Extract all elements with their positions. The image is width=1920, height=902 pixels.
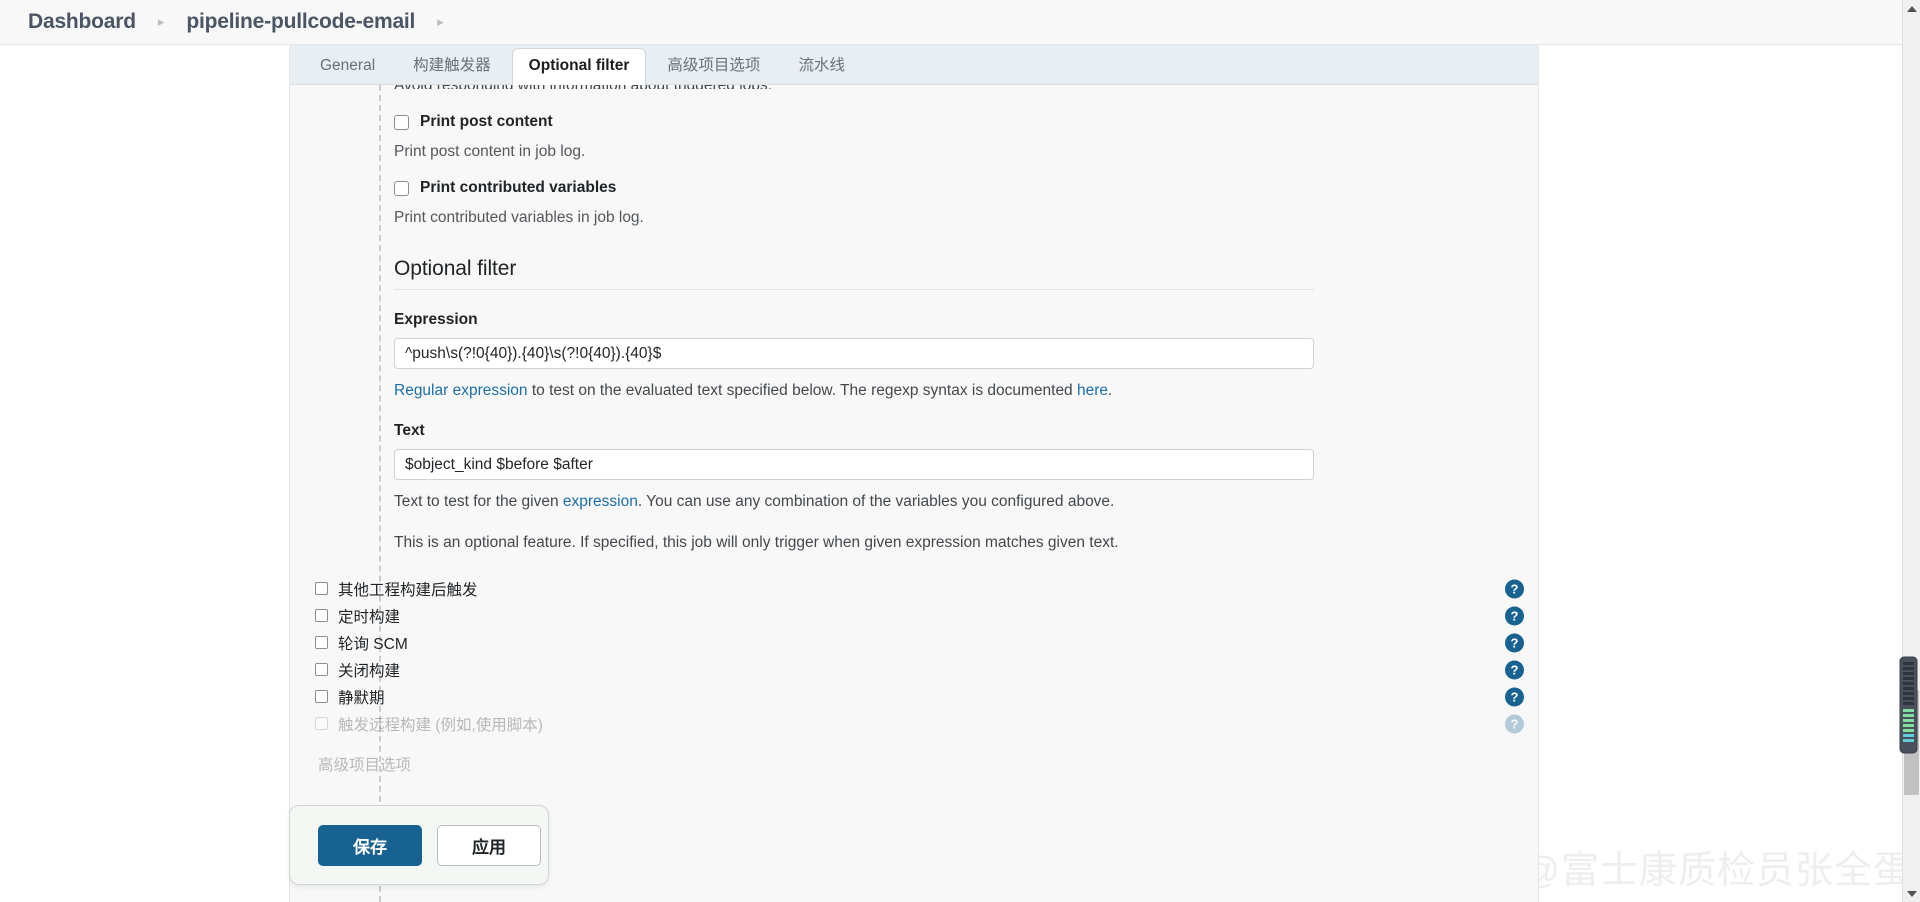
help-icon[interactable]: ? <box>1505 687 1524 706</box>
checkbox-row-print-contributed-variables[interactable]: Print contributed variables <box>394 179 1524 197</box>
regular-expression-link[interactable]: Regular expression <box>394 382 528 399</box>
expression-help-text: Regular expression to test on the evalua… <box>394 381 1524 401</box>
optional-feature-footnote: This is an optional feature. If specifie… <box>394 534 1119 551</box>
print-post-content-label[interactable]: Print post content <box>420 113 553 131</box>
text-help-suffix: . You can use any combination of the var… <box>637 493 1115 510</box>
trigger-remote-build-label[interactable]: 触发远程构建 (例如,使用脚本) <box>338 713 543 735</box>
tab-advanced-project-options[interactable]: 高级项目选项 <box>650 48 777 85</box>
trigger-quiet-period-checkbox[interactable] <box>315 690 328 703</box>
trigger-poll-scm-checkbox[interactable] <box>315 636 328 649</box>
tab-pipeline[interactable]: 流水线 <box>781 48 862 85</box>
trigger-poll-scm-label[interactable]: 轮询 SCM <box>338 632 408 654</box>
section-divider-rule <box>394 289 1314 290</box>
help-icon[interactable]: ? <box>1505 579 1524 598</box>
print-contributed-variables-description: Print contributed variables in job log. <box>394 209 644 226</box>
trigger-quiet-period-label[interactable]: 静默期 <box>338 686 385 708</box>
help-icon[interactable]: ? <box>1505 606 1524 625</box>
help-icon[interactable]: ? <box>1505 633 1524 652</box>
trigger-other-projects-label[interactable]: 其他工程构建后触发 <box>338 578 478 600</box>
trigger-disable-build-checkbox[interactable] <box>315 663 328 676</box>
save-button[interactable]: 保存 <box>318 824 422 866</box>
checkbox-row-print-post-content[interactable]: Print post content <box>394 113 1524 131</box>
text-help-prefix: Text to test for the given <box>394 493 563 510</box>
trigger-row-quiet-period[interactable]: 静默期 ? <box>315 683 1524 710</box>
section-title-optional-filter: Optional filter <box>394 257 517 280</box>
trigger-row-poll-scm[interactable]: 轮询 SCM ? <box>315 629 1524 656</box>
trigger-checkbox-list: 其他工程构建后触发 ? 定时构建 ? 轮询 SCM ? 关闭构建 ? 静默期 ?… <box>315 575 1524 775</box>
scroll-down-arrow-icon[interactable] <box>1903 885 1920 902</box>
trigger-disable-build-label[interactable]: 关闭构建 <box>338 659 400 681</box>
trigger-row-disable-build[interactable]: 关闭构建 ? <box>315 656 1524 683</box>
app-root: Dashboard ▸ pipeline-pullcode-email ▸ Ge… <box>0 0 1920 902</box>
breadcrumb: Dashboard ▸ pipeline-pullcode-email ▸ <box>0 0 1920 45</box>
apply-button[interactable]: 应用 <box>437 824 541 866</box>
trigger-scheduled-build-label[interactable]: 定时构建 <box>338 605 400 627</box>
tab-optional-filter[interactable]: Optional filter <box>511 48 647 85</box>
breadcrumb-separator-icon-2: ▸ <box>437 14 444 29</box>
expression-help-mid: to test on the evaluated text specified … <box>527 382 1077 399</box>
config-tab-strip: General 构建触发器 Optional filter 高级项目选项 流水线 <box>290 45 1538 85</box>
tab-build-triggers[interactable]: 构建触发器 <box>396 48 508 85</box>
text-field-label: Text <box>394 422 425 439</box>
tab-general[interactable]: General <box>303 48 392 85</box>
configuration-panel: General 构建触发器 Optional filter 高级项目选项 流水线… <box>289 45 1539 902</box>
breadcrumb-item-project[interactable]: pipeline-pullcode-email <box>186 10 415 34</box>
floating-save-bar: 保存 应用 <box>289 805 549 885</box>
trigger-row-remote-build[interactable]: 触发远程构建 (例如,使用脚本) ? <box>315 710 1524 737</box>
breadcrumb-item-dashboard[interactable]: Dashboard <box>28 10 136 34</box>
breadcrumb-separator-icon: ▸ <box>157 14 165 29</box>
expression-help-suffix: . <box>1108 382 1113 399</box>
help-icon[interactable]: ? <box>1505 660 1524 679</box>
trigger-other-projects-checkbox[interactable] <box>315 582 328 595</box>
text-help-text: Text to test for the given expression. Y… <box>394 492 1524 512</box>
scroll-up-arrow-icon[interactable] <box>1903 0 1920 17</box>
trigger-row-other-projects[interactable]: 其他工程构建后触发 ? <box>315 575 1524 602</box>
section-rail-divider <box>379 85 381 902</box>
trigger-scheduled-build-checkbox[interactable] <box>315 609 328 622</box>
expression-input[interactable] <box>394 338 1314 369</box>
config-form-body: Avoid responding with information about … <box>290 85 1538 902</box>
help-icon[interactable]: ? <box>1505 714 1524 733</box>
print-contributed-variables-checkbox[interactable] <box>394 180 409 196</box>
page-scrollbar[interactable] <box>1902 0 1920 902</box>
print-post-content-description: Print post content in job log. <box>394 143 586 160</box>
expression-link[interactable]: expression <box>563 493 638 510</box>
regexp-docs-here-link[interactable]: here <box>1077 382 1108 399</box>
scrollbar-thumb[interactable] <box>1904 690 1919 795</box>
trigger-remote-build-checkbox[interactable] <box>315 717 328 730</box>
obscured-advanced-options-label: 高级项目选项 <box>318 757 412 774</box>
expression-field-label: Expression <box>394 311 478 328</box>
trigger-row-scheduled-build[interactable]: 定时构建 ? <box>315 602 1524 629</box>
text-input[interactable] <box>394 449 1314 480</box>
form-content-column: Print post content Print post content in… <box>394 85 1524 553</box>
print-contributed-variables-label[interactable]: Print contributed variables <box>420 179 616 197</box>
print-post-content-checkbox[interactable] <box>394 114 409 130</box>
